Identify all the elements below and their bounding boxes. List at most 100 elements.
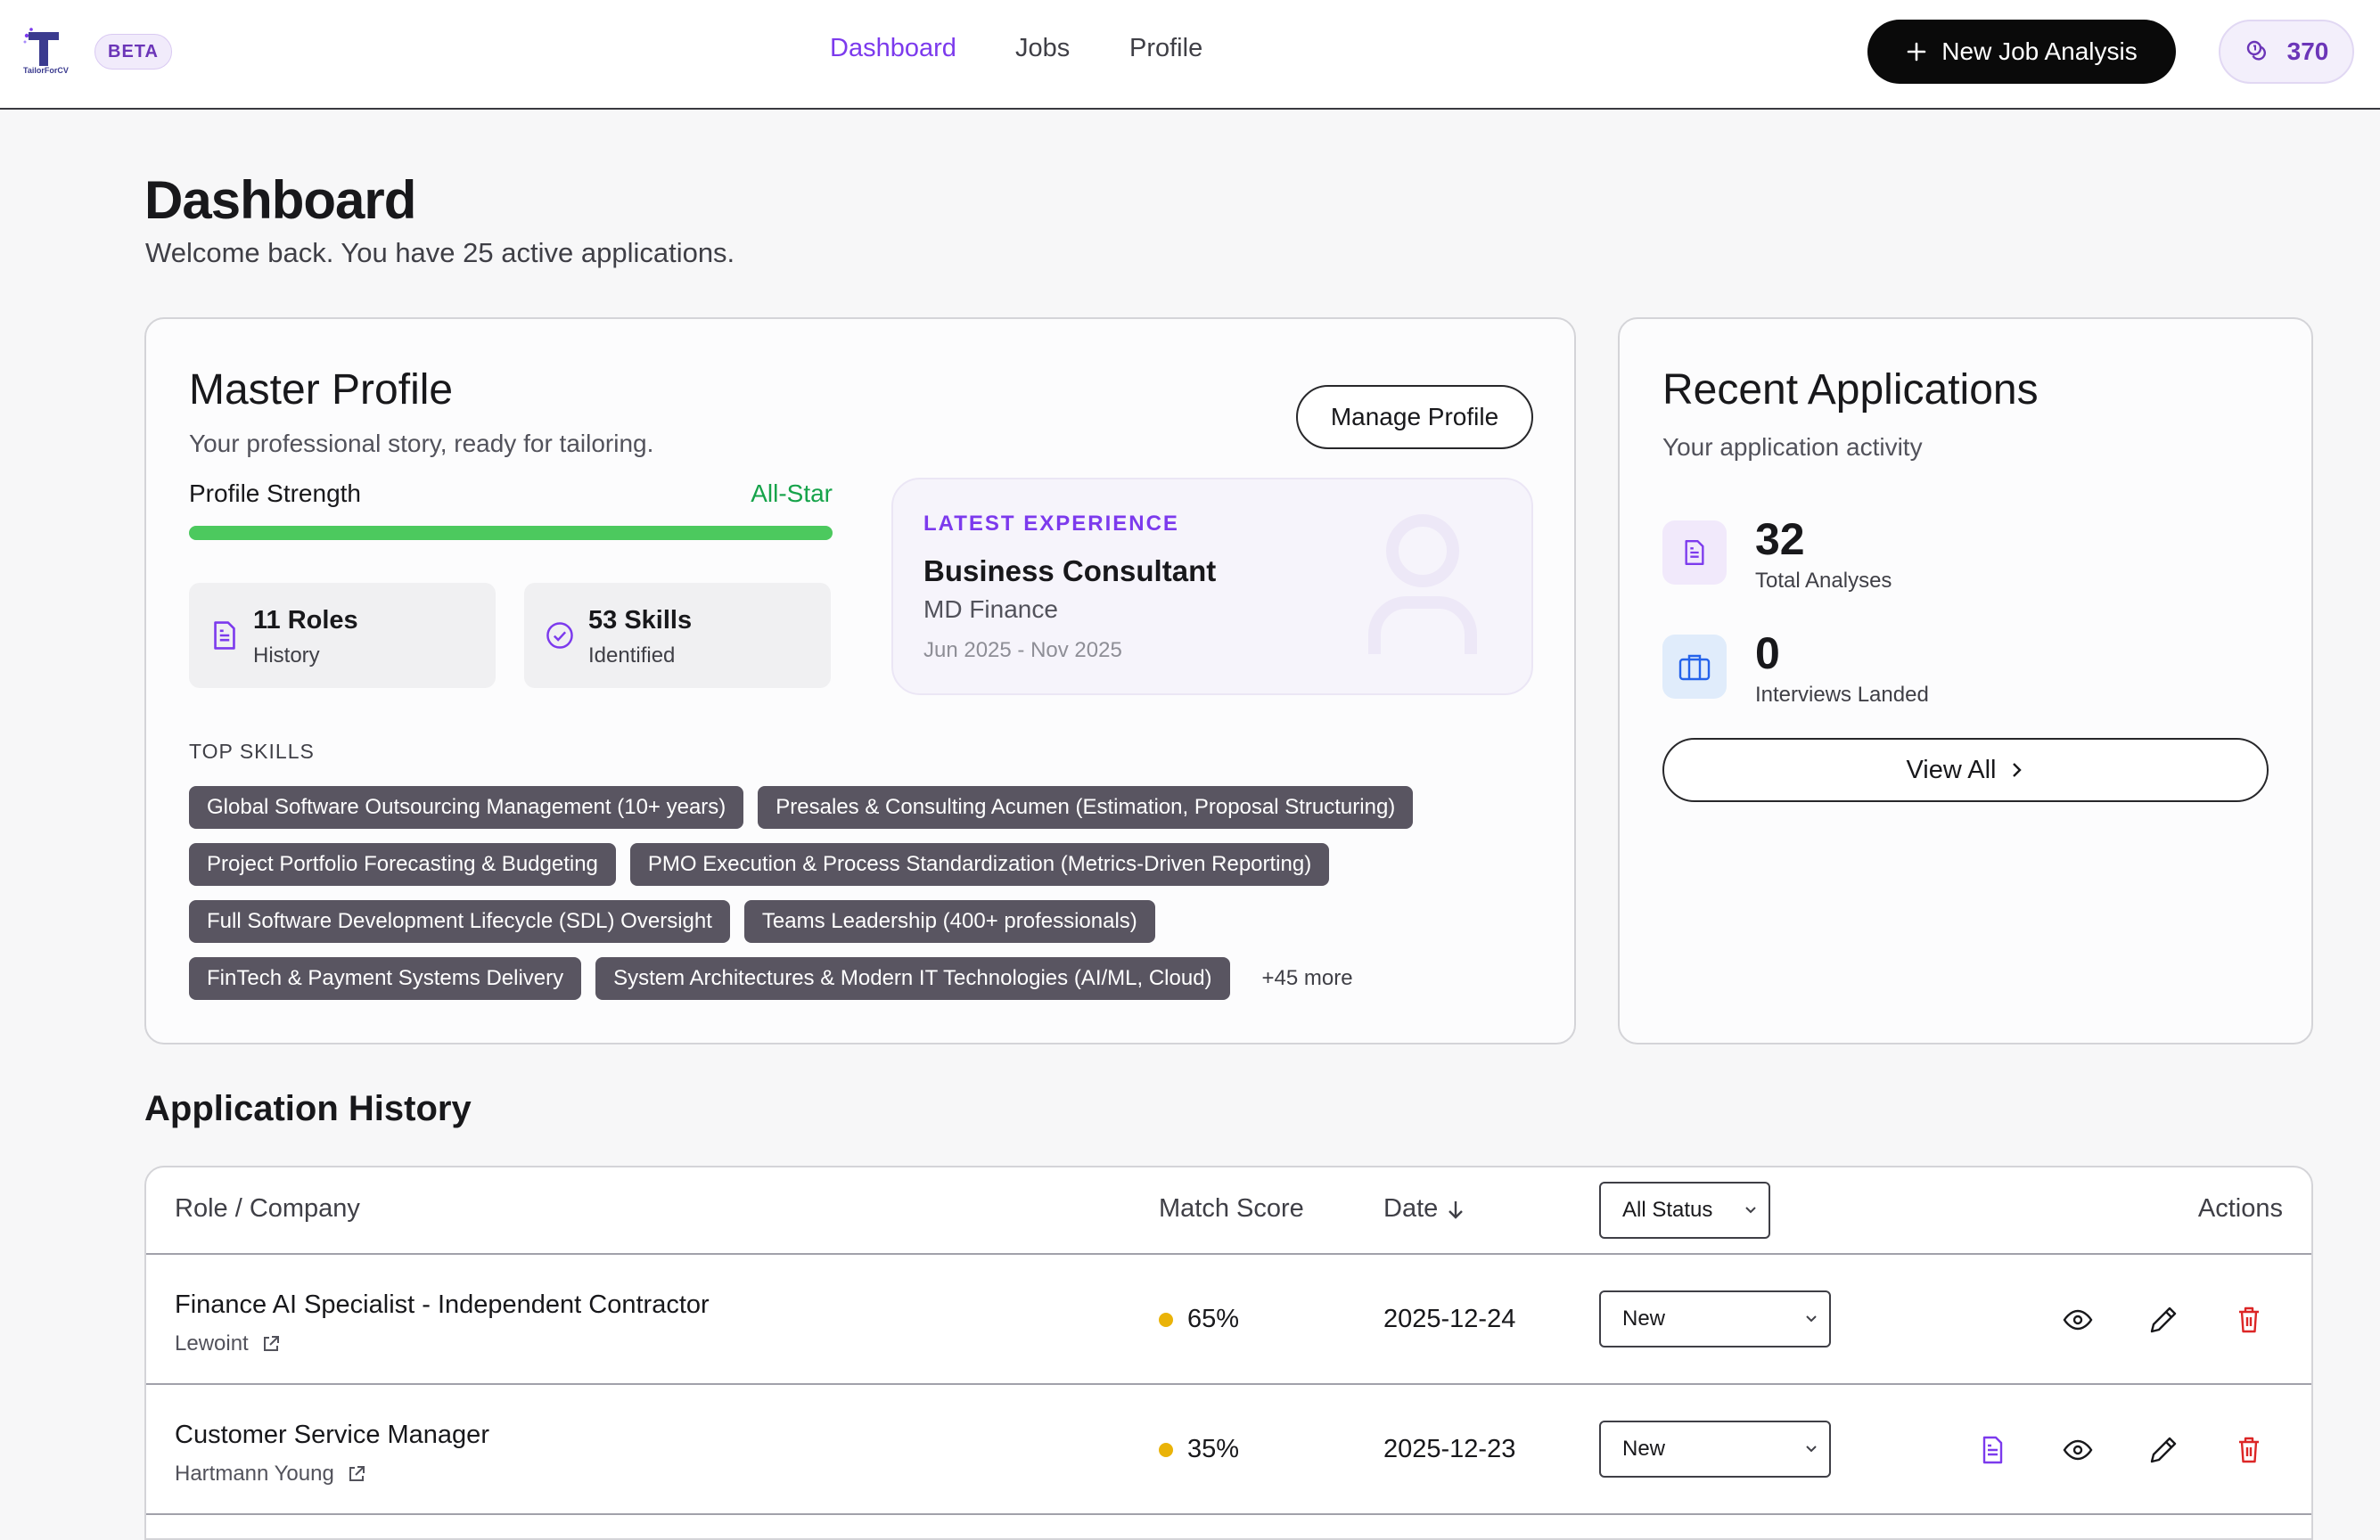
credits-badge[interactable]: 370 bbox=[2219, 20, 2354, 84]
profile-strength-fill bbox=[189, 526, 833, 540]
application-history-title: Application History bbox=[144, 1089, 472, 1129]
skill-chip: System Architectures & Modern IT Technol… bbox=[595, 957, 1229, 1000]
row-company-name: Hartmann Young bbox=[175, 1462, 334, 1487]
column-role-company: Role / Company bbox=[175, 1194, 360, 1224]
interviews-value: 0 bbox=[1755, 627, 1780, 679]
roles-stat: 11 Roles History bbox=[189, 583, 496, 688]
nav-dashboard[interactable]: Dashboard bbox=[830, 34, 956, 63]
profile-strength-bar bbox=[189, 526, 833, 540]
table-row[interactable]: Customer Service Manager Hartmann Young … bbox=[146, 1385, 2311, 1515]
skill-chip: PMO Execution & Process Standardization … bbox=[630, 843, 1329, 886]
check-circle-icon bbox=[546, 620, 574, 651]
page-subtitle: Welcome back. You have 25 active applica… bbox=[145, 237, 735, 269]
column-date-sort[interactable]: Date bbox=[1383, 1194, 1465, 1224]
briefcase-icon bbox=[1678, 652, 1711, 681]
new-job-label: New Job Analysis bbox=[1941, 37, 2137, 66]
document-icon[interactable] bbox=[1975, 1433, 2009, 1467]
more-skills-link[interactable]: +45 more bbox=[1262, 966, 1353, 991]
pencil-icon[interactable] bbox=[2146, 1433, 2180, 1467]
recent-applications-card: Recent Applications Your application act… bbox=[1618, 317, 2313, 1044]
interviews-metric: 0 Interviews Landed bbox=[1662, 635, 2286, 706]
roles-count: 11 Roles bbox=[253, 606, 358, 635]
nav-profile[interactable]: Profile bbox=[1129, 34, 1202, 63]
row-role[interactable]: Customer Service Manager bbox=[175, 1421, 489, 1450]
recent-applications-subtitle: Your application activity bbox=[1662, 433, 1923, 462]
manage-profile-button[interactable]: Manage Profile bbox=[1296, 385, 1533, 449]
top-skills-list: Global Software Outsourcing Management (… bbox=[189, 786, 1544, 1014]
row-match-score: 65% bbox=[1159, 1305, 1239, 1334]
trash-icon[interactable] bbox=[2232, 1433, 2266, 1467]
row-status-select[interactable]: New bbox=[1599, 1290, 1831, 1348]
row-score-value: 65% bbox=[1187, 1305, 1239, 1334]
master-profile-title: Master Profile bbox=[189, 365, 453, 414]
chevron-down-icon bbox=[1804, 1442, 1818, 1456]
table-header: Role / Company Match Score Date All Stat… bbox=[146, 1167, 2311, 1255]
chevron-down-icon bbox=[1744, 1203, 1758, 1217]
column-match-score: Match Score bbox=[1159, 1194, 1304, 1224]
skill-chip: FinTech & Payment Systems Delivery bbox=[189, 957, 581, 1000]
trash-icon[interactable] bbox=[2232, 1303, 2266, 1337]
new-job-analysis-button[interactable]: New Job Analysis bbox=[1867, 20, 2176, 84]
master-profile-card: Master Profile Your professional story, … bbox=[144, 317, 1576, 1044]
external-link-icon[interactable] bbox=[347, 1464, 366, 1484]
interviews-label: Interviews Landed bbox=[1755, 683, 1929, 708]
chevron-right-icon bbox=[2009, 760, 2025, 780]
status-filter-select[interactable]: All Status bbox=[1599, 1182, 1770, 1239]
row-role[interactable]: Finance AI Specialist - Independent Cont… bbox=[175, 1290, 710, 1320]
total-analyses-metric: 32 Total Analyses bbox=[1662, 520, 2286, 592]
row-status-value: New bbox=[1622, 1437, 1665, 1461]
skill-chip: Project Portfolio Forecasting & Budgetin… bbox=[189, 843, 616, 886]
profile-strength-value: All-Star bbox=[751, 479, 833, 508]
score-dot bbox=[1159, 1443, 1173, 1457]
latest-experience-card: LATEST EXPERIENCE Business Consultant MD… bbox=[891, 478, 1533, 695]
person-icon bbox=[1366, 512, 1490, 654]
row-company-name: Lewoint bbox=[175, 1331, 249, 1356]
row-match-score: 35% bbox=[1159, 1435, 1239, 1464]
skill-chip: Teams Leadership (400+ professionals) bbox=[744, 900, 1155, 943]
row-company: Hartmann Young bbox=[175, 1462, 366, 1487]
arrow-down-icon bbox=[1447, 1199, 1465, 1220]
row-status-value: New bbox=[1622, 1307, 1665, 1331]
nav-jobs[interactable]: Jobs bbox=[1015, 34, 1070, 63]
row-status-select[interactable]: New bbox=[1599, 1421, 1831, 1478]
eye-icon[interactable] bbox=[2061, 1433, 2095, 1467]
column-date-label: Date bbox=[1383, 1194, 1438, 1224]
coins-icon bbox=[2245, 38, 2271, 65]
eye-icon[interactable] bbox=[2061, 1303, 2095, 1337]
pencil-icon[interactable] bbox=[2146, 1303, 2180, 1337]
profile-strength-label: Profile Strength bbox=[189, 479, 361, 508]
view-all-button[interactable]: View All bbox=[1662, 738, 2269, 802]
latest-experience-dates: Jun 2025 - Nov 2025 bbox=[923, 638, 1122, 663]
total-analyses-value: 32 bbox=[1755, 513, 1805, 565]
top-skills-label: TOP SKILLS bbox=[189, 740, 315, 764]
roles-label: History bbox=[253, 643, 320, 668]
skills-label: Identified bbox=[588, 643, 675, 668]
row-date: 2025-12-24 bbox=[1383, 1305, 1515, 1334]
latest-experience-role: Business Consultant bbox=[923, 554, 1216, 588]
total-analyses-label: Total Analyses bbox=[1755, 569, 1892, 594]
external-link-icon[interactable] bbox=[261, 1334, 281, 1354]
page-title: Dashboard bbox=[144, 169, 415, 231]
application-history-table: Role / Company Match Score Date All Stat… bbox=[144, 1166, 2313, 1540]
row-company: Lewoint bbox=[175, 1331, 281, 1356]
skill-chip: Full Software Development Lifecycle (SDL… bbox=[189, 900, 730, 943]
analyses-tile bbox=[1662, 520, 1727, 585]
document-icon bbox=[210, 620, 239, 651]
logo-text: TailorForCV bbox=[23, 66, 69, 75]
row-date: 2025-12-23 bbox=[1383, 1435, 1515, 1464]
skill-chip: Global Software Outsourcing Management (… bbox=[189, 786, 743, 829]
score-dot bbox=[1159, 1313, 1173, 1327]
recent-applications-title: Recent Applications bbox=[1662, 365, 2039, 414]
plus-icon bbox=[1906, 41, 1927, 62]
column-actions: Actions bbox=[2198, 1194, 2283, 1224]
master-profile-subtitle: Your professional story, ready for tailo… bbox=[189, 430, 653, 458]
top-bar: TailorForCV BETA Dashboard Jobs Profile … bbox=[0, 0, 2380, 110]
table-row[interactable]: Finance AI Specialist - Independent Cont… bbox=[146, 1255, 2311, 1385]
skill-chip: Presales & Consulting Acumen (Estimation… bbox=[758, 786, 1413, 829]
latest-experience-company: MD Finance bbox=[923, 595, 1058, 624]
interviews-tile bbox=[1662, 635, 1727, 699]
status-filter-value: All Status bbox=[1622, 1198, 1712, 1222]
beta-badge: BETA bbox=[94, 34, 172, 70]
document-icon bbox=[1682, 538, 1707, 567]
skills-count: 53 Skills bbox=[588, 606, 692, 635]
